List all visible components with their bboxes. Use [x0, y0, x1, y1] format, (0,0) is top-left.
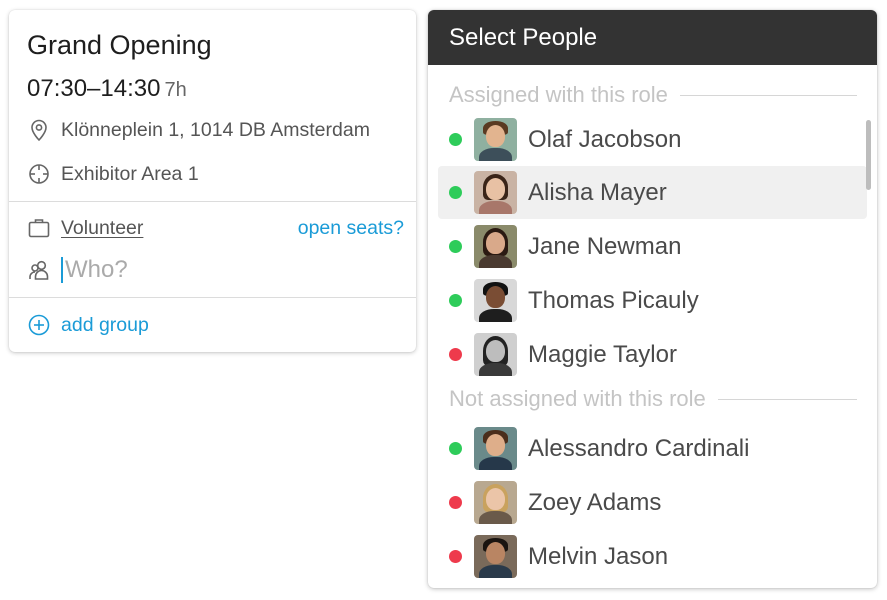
shift-area: Exhibitor Area 1 [61, 162, 199, 185]
person-name: Alisha Mayer [528, 178, 667, 206]
scrollbar[interactable] [866, 120, 871, 190]
person-row[interactable]: Melvin Jason [438, 530, 867, 583]
section-divider-line [717, 398, 857, 400]
shift-time: 07:30–14:30 7h [27, 75, 187, 103]
status-dot [449, 496, 462, 509]
shift-duration: 7h [164, 79, 187, 101]
shift-area-row: Exhibitor Area 1 [27, 162, 199, 186]
person-name: Maggie Taylor [528, 340, 677, 368]
shift-card: Grand Opening 07:30–14:30 7h Klönneplein … [9, 10, 416, 352]
section-assigned: Assigned with this role [449, 82, 857, 108]
avatar [474, 333, 517, 376]
shift-location-row: Klönneplein 1, 1014 DB Amsterdam [27, 118, 370, 142]
shift-location: Klönneplein 1, 1014 DB Amsterdam [61, 118, 370, 141]
add-group-label: add group [61, 313, 149, 336]
plus-circle-icon [28, 314, 50, 336]
shift-time-range: 07:30–14:30 [27, 75, 161, 102]
avatar [474, 225, 517, 268]
briefcase-icon [28, 219, 50, 238]
who-input[interactable] [61, 257, 361, 283]
status-dot [449, 240, 462, 253]
status-dot [449, 133, 462, 146]
person-name: Thomas Picauly [528, 286, 699, 314]
divider [9, 201, 416, 202]
status-dot [449, 348, 462, 361]
status-dot [449, 550, 462, 563]
shift-title: Grand Opening [27, 30, 212, 60]
avatar [474, 427, 517, 470]
open-seats-link[interactable]: open seats? [298, 217, 404, 240]
map-pin-icon [31, 119, 47, 142]
divider [9, 297, 416, 298]
crosshair-icon [29, 164, 49, 184]
role-link[interactable]: Volunteer [61, 217, 143, 240]
section-divider-line [679, 94, 857, 96]
panel-title: Select People [428, 10, 877, 65]
status-dot [449, 442, 462, 455]
person-name: Olaf Jacobson [528, 125, 682, 153]
person-row[interactable]: Alisha Mayer [438, 166, 867, 219]
section-not-assigned-label: Not assigned with this role [449, 386, 706, 411]
person-name: Jane Newman [528, 232, 682, 260]
person-name: Zoey Adams [528, 488, 662, 516]
person-row[interactable]: Zoey Adams [438, 476, 867, 529]
avatar [474, 535, 517, 578]
who-row [27, 257, 361, 283]
add-group-button[interactable]: add group [27, 313, 149, 337]
avatar [474, 279, 517, 322]
person-row[interactable]: Maggie Taylor [438, 328, 867, 381]
person-row[interactable]: Alessandro Cardinali [438, 422, 867, 475]
select-people-panel: Select People Assigned with this role Ol… [428, 10, 877, 588]
status-dot [449, 186, 462, 199]
person-row[interactable]: Jane Newman [438, 220, 867, 273]
avatar [474, 118, 517, 161]
person-name: Alessandro Cardinali [528, 434, 750, 462]
role-row: Volunteer [27, 216, 143, 240]
people-icon [29, 260, 49, 280]
status-dot [449, 294, 462, 307]
section-not-assigned: Not assigned with this role [449, 386, 857, 412]
avatar [474, 481, 517, 524]
avatar [474, 171, 517, 214]
person-name: Melvin Jason [528, 542, 669, 570]
person-row[interactable]: Olaf Jacobson [438, 113, 867, 166]
section-assigned-label: Assigned with this role [449, 82, 668, 107]
person-row[interactable]: Thomas Picauly [438, 274, 867, 327]
